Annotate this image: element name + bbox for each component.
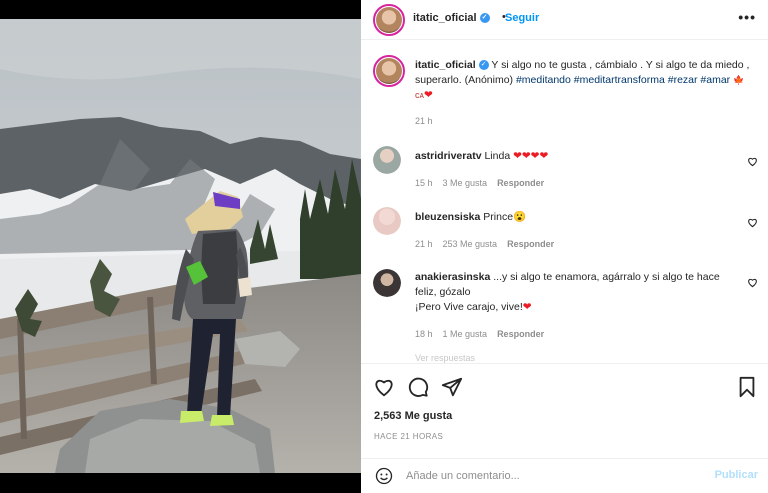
bookmark-icon[interactable] [736, 376, 758, 398]
comment-input[interactable] [406, 467, 706, 485]
verified-badge-icon: ✓ [478, 60, 489, 71]
comment-like-heart-icon[interactable] [747, 277, 758, 288]
caption-meta: 21 h [415, 116, 443, 126]
comment-likes[interactable]: 253 Me gusta [443, 239, 498, 249]
comment-text: Prince [480, 211, 514, 223]
comment-likes[interactable]: 3 Me gusta [443, 178, 488, 188]
smiley-icon[interactable] [375, 467, 393, 485]
posted-time[interactable]: HACE 21 HORAS [374, 432, 443, 441]
comment-likes[interactable]: 1 Me gusta [443, 329, 488, 339]
comment-meta: 18 h 1 Me gusta Responder [415, 329, 554, 339]
hashtag-link[interactable]: #meditando [516, 74, 571, 86]
caption-avatar[interactable] [373, 55, 405, 87]
caption-time[interactable]: 21 h [415, 116, 433, 126]
reply-button[interactable]: Responder [497, 178, 544, 188]
commenter-avatar[interactable] [373, 146, 401, 174]
commenter-avatar-image [373, 146, 401, 174]
comment-like-heart-icon[interactable] [747, 217, 758, 228]
instagram-post-modal: itatic_oficial ✓ • Seguir ••• itatic_ofic… [0, 0, 768, 493]
caption-username[interactable]: itatic_oficial [415, 59, 476, 71]
comment-text-block: anakierasinska ...y si algo te enamora, … [415, 270, 738, 315]
hashtag-link[interactable]: #amar [700, 74, 730, 86]
author-username-text[interactable]: itatic_oficial [413, 12, 477, 24]
commenter-avatar[interactable] [373, 207, 401, 235]
comment-username[interactable]: astridriveratv [415, 150, 482, 162]
comment-username[interactable]: anakierasinska [415, 271, 490, 283]
comment-heart-emoji: ❤ [522, 301, 532, 313]
author-avatar[interactable] [373, 4, 405, 36]
comment-text: Linda [481, 150, 514, 162]
caption-text-block: itatic_oficial ✓ Y si algo no te gusta , … [415, 58, 750, 103]
author-avatar-image [376, 7, 402, 33]
paper-plane-icon[interactable] [441, 376, 463, 398]
comment-username[interactable]: bleuzensiska [415, 211, 480, 223]
comment-meta: 15 h 3 Me gusta Responder [415, 178, 554, 188]
comment-like-heart-icon[interactable] [747, 156, 758, 167]
comment-icon[interactable] [407, 376, 429, 398]
verified-badge-icon: ✓ [479, 13, 490, 24]
comments-list: itatic_oficial ✓ Y si algo no te gusta , … [361, 41, 768, 363]
photo-pane [0, 0, 361, 493]
commenter-avatar[interactable] [373, 269, 401, 297]
comment-text-block: astridriveratv Linda ❤❤❤❤ [415, 149, 738, 164]
post-photo [0, 19, 361, 473]
post-actions: 2,563 Me gusta HACE 21 HORAS [361, 363, 768, 458]
reply-button[interactable]: Responder [507, 239, 554, 249]
more-options-icon[interactable]: ••• [738, 9, 756, 25]
hashtag-link[interactable]: #meditartransforma [574, 74, 665, 86]
comment-heart-emojis: ❤❤❤❤ [513, 150, 549, 162]
comment-text-block: bleuzensiska Prince😮 [415, 210, 738, 225]
caption-heart-emoji: ❤ [423, 89, 433, 101]
comment-meta: 21 h 253 Me gusta Responder [415, 239, 564, 249]
author-username[interactable]: itatic_oficial ✓ [413, 12, 490, 24]
publish-button[interactable]: Publicar [715, 469, 758, 481]
commenter-avatar-image [373, 207, 401, 235]
post-sidebar: itatic_oficial ✓ • Seguir ••• itatic_ofic… [361, 0, 768, 493]
caption-avatar-image [376, 58, 402, 84]
commenter-avatar-image [373, 269, 401, 297]
hashtag-link[interactable]: #rezar [668, 74, 698, 86]
comment-time[interactable]: 18 h [415, 329, 433, 339]
comment-time[interactable]: 21 h [415, 239, 433, 249]
post-header: itatic_oficial ✓ • Seguir ••• [361, 0, 768, 40]
reply-button[interactable]: Responder [497, 329, 544, 339]
comment-time[interactable]: 15 h [415, 178, 433, 188]
follow-button[interactable]: Seguir [505, 12, 539, 24]
comment-text-line2: ¡Pero Vive carajo, vive! [415, 301, 523, 313]
comment-composer: Publicar [361, 458, 768, 493]
heart-icon[interactable] [373, 376, 395, 398]
comment-emoji: 😮 [513, 211, 527, 223]
likes-count[interactable]: 2,563 Me gusta [374, 410, 452, 422]
view-replies-link[interactable]: Ver respuestas [415, 353, 475, 363]
